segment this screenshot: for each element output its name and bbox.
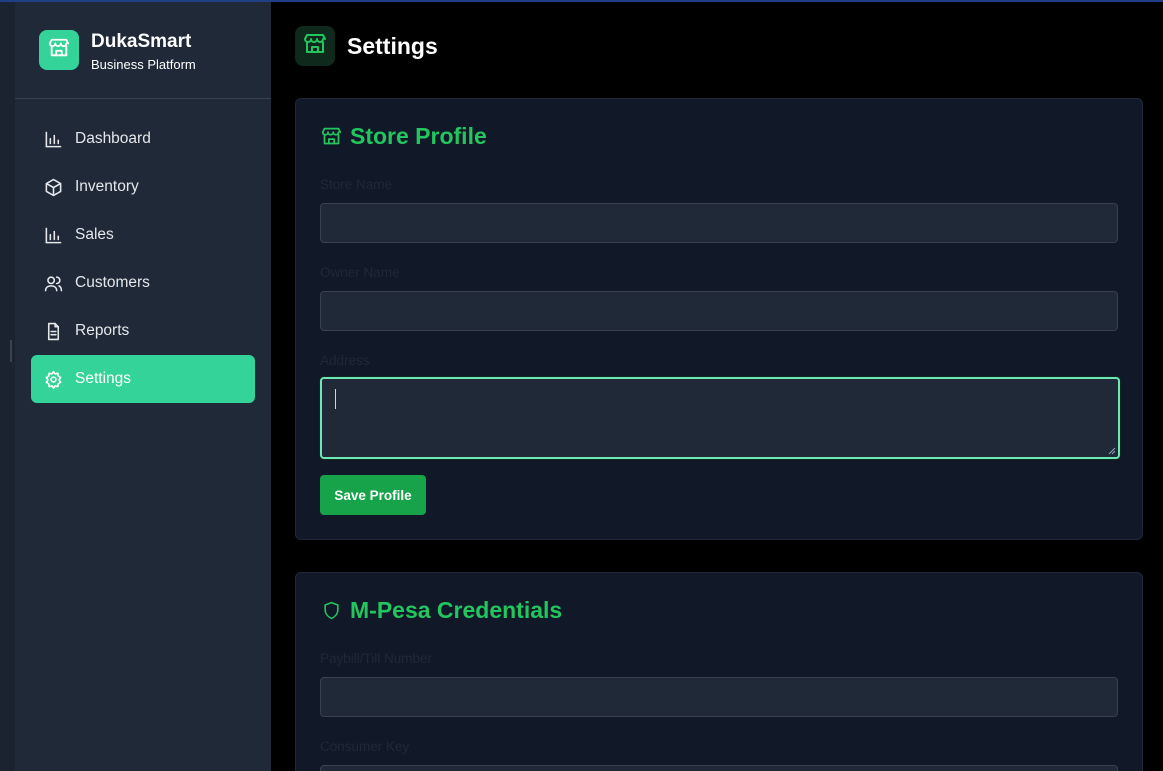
store-icon xyxy=(48,37,70,64)
paybill-label: Paybill/Till Number xyxy=(320,651,433,666)
sidebar-item-label: Dashboard xyxy=(75,130,151,147)
sidebar-item-sales[interactable]: Sales xyxy=(31,211,255,259)
sidebar-item-label: Reports xyxy=(75,322,130,339)
gear-icon xyxy=(43,369,63,389)
owner-name-input[interactable] xyxy=(320,291,1118,331)
drag-handle[interactable] xyxy=(10,340,12,362)
window-top-border xyxy=(0,0,1163,2)
bar-chart-icon xyxy=(43,129,63,149)
sidebar-item-settings[interactable]: Settings xyxy=(31,355,255,403)
store-name-input[interactable] xyxy=(320,203,1118,243)
users-icon xyxy=(43,273,63,293)
store-name-label: Store Name xyxy=(320,177,393,192)
window-edge xyxy=(0,0,15,771)
sidebar-item-dashboard[interactable]: Dashboard xyxy=(31,115,255,163)
shield-icon xyxy=(320,600,342,622)
brand-logo[interactable] xyxy=(39,30,79,70)
brand-subtitle: Business Platform xyxy=(91,57,196,72)
card-heading: M-Pesa Credentials xyxy=(320,597,562,624)
sidebar: DukaSmart Business Platform Dashboard In… xyxy=(15,0,271,771)
brand-name: DukaSmart xyxy=(91,31,192,52)
text-cursor xyxy=(335,389,336,409)
sidebar-item-label: Customers xyxy=(75,274,150,291)
main-content: Settings Store Profile Store Name Owner … xyxy=(271,2,1163,771)
store-icon xyxy=(303,32,327,61)
consumer-key-label: Consumer Key xyxy=(320,739,410,754)
address-textarea[interactable] xyxy=(320,377,1120,459)
page-title: Settings xyxy=(347,32,438,59)
sidebar-item-label: Settings xyxy=(75,370,132,387)
store-icon xyxy=(320,126,342,148)
resize-handle-icon[interactable] xyxy=(1108,447,1116,455)
package-icon xyxy=(43,177,63,197)
sidebar-item-inventory[interactable]: Inventory xyxy=(31,163,255,211)
card-title: M-Pesa Credentials xyxy=(350,597,563,623)
owner-name-label: Owner Name xyxy=(320,265,400,280)
sidebar-item-reports[interactable]: Reports xyxy=(31,307,255,355)
app-window: DukaSmart Business Platform Dashboard In… xyxy=(0,0,1163,771)
address-label: Address xyxy=(320,353,370,368)
mpesa-credentials-card: M-Pesa Credentials Paybill/Till Number C… xyxy=(295,572,1143,771)
paybill-input[interactable] xyxy=(320,677,1118,717)
page-header: Settings xyxy=(295,26,438,66)
card-heading: Store Profile xyxy=(320,123,487,150)
sidebar-item-customers[interactable]: Customers xyxy=(31,259,255,307)
page-icon xyxy=(295,26,335,66)
brand-header: DukaSmart Business Platform xyxy=(15,0,271,99)
sidebar-nav: Dashboard Inventory Sales Customers Repo… xyxy=(31,115,255,403)
sidebar-item-label: Inventory xyxy=(75,178,139,195)
save-profile-button[interactable]: Save Profile xyxy=(320,475,426,515)
sidebar-item-label: Sales xyxy=(75,226,114,243)
bar-chart-icon xyxy=(43,225,63,245)
store-profile-card: Store Profile Store Name Owner Name Addr… xyxy=(295,98,1143,540)
file-text-icon xyxy=(43,321,63,341)
consumer-key-input[interactable] xyxy=(320,765,1118,771)
card-title: Store Profile xyxy=(350,123,487,149)
